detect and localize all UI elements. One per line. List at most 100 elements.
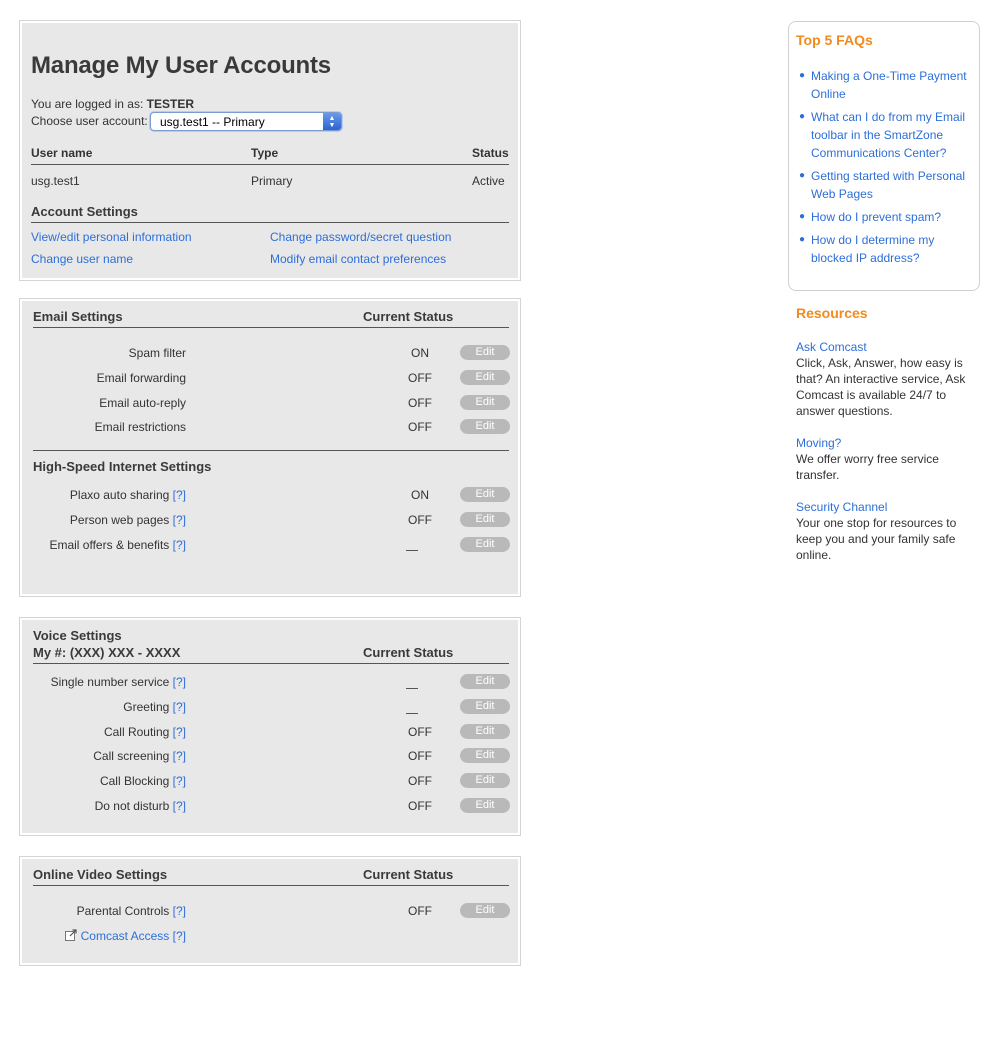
resource-description: We offer worry free service transfer.: [796, 452, 939, 482]
edit-call-blocking-button[interactable]: Edit: [460, 773, 510, 788]
divider: [33, 663, 509, 664]
bullet-icon: ●: [799, 70, 806, 81]
voice-row-status: OFF: [408, 799, 432, 813]
row-type: Primary: [251, 174, 293, 188]
help-link[interactable]: [?]: [173, 749, 186, 763]
choose-account-label: Choose user account:: [31, 114, 148, 128]
change-user-name-link[interactable]: Change user name: [31, 252, 133, 266]
edit-email-offers-button[interactable]: Edit: [460, 537, 510, 552]
faq-link[interactable]: Getting started with Personal Web Pages: [811, 169, 965, 201]
modify-email-preferences-link[interactable]: Modify email contact preferences: [270, 252, 446, 266]
column-status: Status: [472, 146, 509, 160]
help-link[interactable]: [?]: [173, 675, 186, 689]
account-panel: Manage My User Accounts You are logged i…: [19, 20, 521, 281]
bullet-icon: ●: [799, 170, 806, 181]
status-dash: [406, 688, 418, 689]
help-link[interactable]: [?]: [173, 488, 186, 502]
faq-list: ● Making a One-Time Payment Online ● What …: [797, 67, 975, 272]
video-settings-panel: Online Video Settings Current Status Par…: [19, 856, 521, 966]
row-username: usg.test1: [31, 174, 80, 188]
voice-row-label: Call screening [?]: [93, 749, 186, 763]
logged-in-label: You are logged in as:: [31, 97, 144, 111]
hsi-row-label: Plaxo auto sharing [?]: [69, 488, 186, 502]
email-status-header: Current Status: [363, 309, 454, 324]
email-row-status: OFF: [408, 396, 432, 410]
email-row-status: OFF: [408, 420, 432, 434]
voice-status-header: Current Status: [363, 645, 454, 660]
voice-row-label: Greeting [?]: [123, 700, 186, 714]
email-row-label: Email auto-reply: [99, 396, 186, 410]
email-row-label: Email restrictions: [94, 420, 186, 434]
account-settings-title: Account Settings: [31, 204, 138, 219]
faq-link[interactable]: What can I do from my Email toolbar in t…: [811, 110, 965, 160]
divider: [33, 327, 509, 328]
edit-parental-controls-button[interactable]: Edit: [460, 903, 510, 918]
video-row-label: Parental Controls [?]: [76, 904, 186, 918]
divider: [33, 450, 509, 451]
edit-single-number-service-button[interactable]: Edit: [460, 674, 510, 689]
voice-row-label: Single number service [?]: [50, 675, 186, 689]
resource-item: Security Channel Your one stop for resou…: [796, 499, 976, 563]
resource-description: Your one stop for resources to keep you …: [796, 516, 957, 562]
voice-number: My #: (XXX) XXX - XXXX: [33, 645, 181, 660]
video-status-header: Current Status: [363, 867, 454, 882]
edit-personal-web-pages-button[interactable]: Edit: [460, 512, 510, 527]
faq-link[interactable]: Making a One-Time Payment Online: [811, 69, 967, 101]
faq-item: ● Making a One-Time Payment Online: [797, 67, 975, 103]
help-link[interactable]: [?]: [173, 799, 186, 813]
hsi-row-status: OFF: [408, 513, 432, 527]
faq-link[interactable]: How do I prevent spam?: [811, 210, 941, 224]
comcast-access-link[interactable]: Comcast Access: [81, 929, 170, 943]
status-dash: [406, 713, 418, 714]
voice-row-label: Call Blocking [?]: [99, 774, 186, 788]
bullet-icon: ●: [799, 111, 806, 122]
faq-item: ● What can I do from my Email toolbar in …: [797, 108, 975, 162]
voice-row-status: OFF: [408, 774, 432, 788]
bullet-icon: ●: [799, 234, 806, 245]
faq-item: ● How do I prevent spam?: [797, 208, 975, 226]
hsi-row-label: Email offers & benefits [?]: [49, 538, 186, 552]
logged-in-user: TESTER: [146, 97, 194, 111]
user-account-select[interactable]: usg.test1 -- Primary ▲ ▼: [150, 112, 342, 131]
edit-spam-filter-button[interactable]: Edit: [460, 345, 510, 360]
edit-email-restrictions-button[interactable]: Edit: [460, 419, 510, 434]
email-row-label: Email forwarding: [96, 371, 186, 385]
faq-item: ● Getting started with Personal Web Pages: [797, 167, 975, 203]
status-dash: [406, 550, 418, 551]
bullet-icon: ●: [799, 211, 806, 222]
edit-plaxo-auto-sharing-button[interactable]: Edit: [460, 487, 510, 502]
voice-settings-title: Voice Settings: [33, 628, 122, 643]
view-edit-personal-info-link[interactable]: View/edit personal information: [31, 230, 192, 244]
edit-email-auto-reply-button[interactable]: Edit: [460, 395, 510, 410]
row-status: Active: [472, 174, 505, 188]
voice-row-status: OFF: [408, 725, 432, 739]
logged-in-text: You are logged in as: TESTER: [31, 97, 194, 111]
page-title: Manage My User Accounts: [31, 52, 331, 79]
faq-box: Top 5 FAQs ● Making a One-Time Payment On…: [788, 21, 980, 291]
help-link[interactable]: [?]: [173, 929, 186, 943]
help-link[interactable]: [?]: [173, 513, 186, 527]
help-link[interactable]: [?]: [173, 904, 186, 918]
ask-comcast-link[interactable]: Ask Comcast: [796, 339, 976, 355]
help-link[interactable]: [?]: [173, 700, 186, 714]
help-link[interactable]: [?]: [173, 725, 186, 739]
edit-greeting-button[interactable]: Edit: [460, 699, 510, 714]
change-password-link[interactable]: Change password/secret question: [270, 230, 451, 244]
email-row-label: Spam filter: [128, 346, 186, 360]
email-settings-panel: Email Settings Current Status Spam filte…: [19, 298, 521, 597]
voice-row-label: Do not disturb [?]: [94, 799, 186, 813]
edit-do-not-disturb-button[interactable]: Edit: [460, 798, 510, 813]
select-arrows-icon: ▲ ▼: [323, 113, 341, 130]
email-row-status: ON: [411, 346, 429, 360]
edit-call-screening-button[interactable]: Edit: [460, 748, 510, 763]
resource-item: Ask Comcast Click, Ask, Answer, how easy…: [796, 339, 976, 419]
moving-link[interactable]: Moving?: [796, 435, 976, 451]
security-channel-link[interactable]: Security Channel: [796, 499, 976, 515]
edit-email-forwarding-button[interactable]: Edit: [460, 370, 510, 385]
help-link[interactable]: [?]: [173, 538, 186, 552]
video-settings-title: Online Video Settings: [33, 867, 168, 882]
edit-call-routing-button[interactable]: Edit: [460, 724, 510, 739]
voice-settings-panel: Voice Settings My #: (XXX) XXX - XXXX Cu…: [19, 617, 521, 836]
help-link[interactable]: [?]: [173, 774, 186, 788]
faq-link[interactable]: How do I determine my blocked IP address…: [811, 233, 934, 265]
